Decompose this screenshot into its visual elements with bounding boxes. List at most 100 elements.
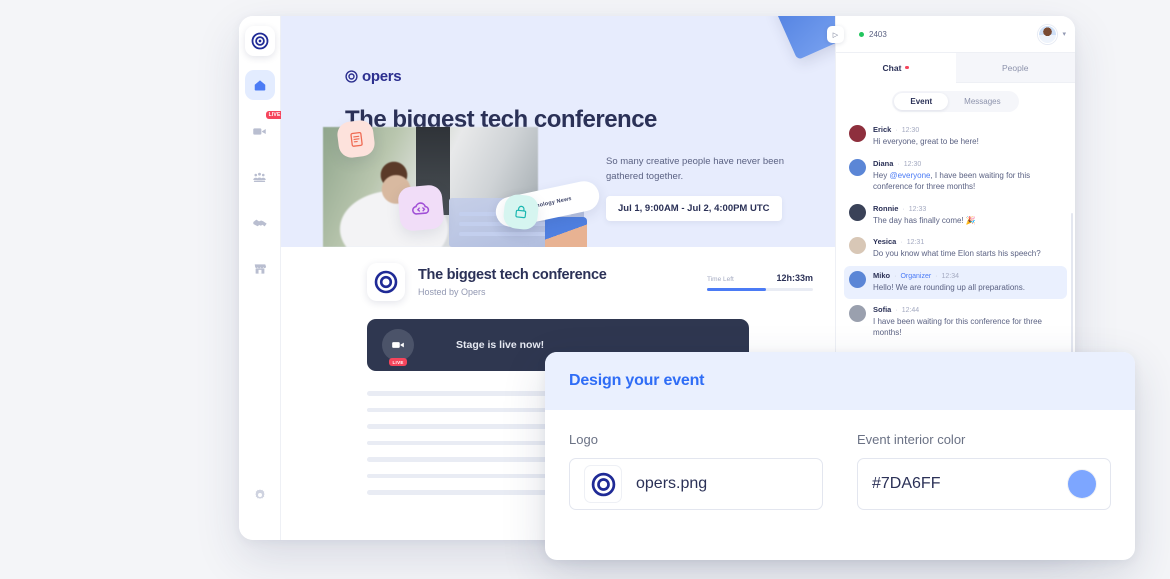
video-camera-icon <box>392 342 404 348</box>
online-status-dot <box>859 31 864 37</box>
viewer-count-value: 2403 <box>869 29 887 39</box>
message-author: Diana <box>873 158 894 168</box>
modal-header: Design your event <box>545 352 1135 410</box>
viewer-count: 2403 <box>859 30 887 39</box>
chat-message: Sofia · 12:44 I have been waiting for th… <box>844 300 1067 344</box>
event-meta: The biggest tech conference Hosted by Op… <box>418 267 607 297</box>
sidebar-item-home[interactable] <box>244 70 275 100</box>
chat-message: Erick · 12:30 Hi everyone, great to be h… <box>844 120 1067 153</box>
banner-date-badge: Jul 1, 9:00AM - Jul 2, 4:00PM UTC <box>606 196 782 221</box>
collapse-panel-icon[interactable]: ▷ <box>827 26 844 43</box>
logo-input[interactable]: opers.png <box>569 458 823 510</box>
avatar <box>1038 24 1058 44</box>
message-time: 12:33 <box>908 205 927 213</box>
logo-field: Logo opers.png <box>569 432 823 510</box>
message-separator: · <box>902 205 905 213</box>
document-icon <box>349 131 363 147</box>
message-text-before: Hey <box>873 170 890 180</box>
opers-logo-icon <box>374 270 398 294</box>
chat-scrollbar[interactable] <box>1071 213 1073 358</box>
message-separator: · <box>895 306 898 314</box>
chat-panel-header: ▷ 2403 ▾ <box>827 16 1075 53</box>
unread-dot <box>905 65 909 70</box>
banner-tilted-photo <box>772 16 835 61</box>
banner-subtitle: So many creative people have never been … <box>606 156 784 182</box>
avatar <box>849 270 866 288</box>
lock-icon <box>515 205 527 219</box>
avatar <box>849 203 866 221</box>
sidebar-item-stage[interactable]: LIVE <box>245 111 284 146</box>
home-icon <box>254 80 265 91</box>
handshake-icon <box>252 219 267 227</box>
current-user-menu[interactable]: ▾ <box>1038 24 1066 44</box>
event-banner: opers The biggest tech conference Techno… <box>281 16 835 247</box>
tab-chat-label: Chat <box>882 62 902 73</box>
chat-message: Diana · 12:30 Hey @everyone, I have been… <box>844 154 1067 198</box>
sidebar-item-brand-logo[interactable] <box>244 26 275 56</box>
message-separator: · <box>935 272 938 280</box>
filter-event[interactable]: Event <box>894 93 949 110</box>
banner-brand: opers <box>345 68 402 85</box>
banner-float-card-cloud-code <box>397 184 445 232</box>
chat-message: Ronnie · 12:33 The day has finally come!… <box>844 199 1067 232</box>
interior-color-label: Event interior color <box>857 432 966 447</box>
message-time: 12:30 <box>901 127 920 134</box>
cloud-code-icon <box>412 202 430 215</box>
logo-preview <box>584 465 622 503</box>
color-swatch[interactable] <box>1068 470 1096 498</box>
booth-icon <box>254 264 266 274</box>
message-text: Do you know what time Elon starts his sp… <box>873 249 1041 259</box>
message-separator: · <box>897 160 900 168</box>
logo-field-label: Logo <box>569 432 598 447</box>
message-text: Hello! We are rounding up all preparatio… <box>873 282 1025 292</box>
tab-people-label: People <box>1002 62 1029 73</box>
event-name: The biggest tech conference <box>418 267 607 283</box>
interior-color-input[interactable]: #7DA6FF <box>857 458 1111 510</box>
avatar <box>849 125 866 142</box>
message-author: Miko <box>873 270 891 280</box>
avatar <box>849 237 866 255</box>
chat-message: Yesica · 12:31 Do you know what time Elo… <box>844 232 1067 265</box>
stage-live-badge: LIVE <box>389 358 408 366</box>
message-mention[interactable]: @everyone <box>889 171 930 180</box>
banner-brand-label: opers <box>362 68 402 85</box>
message-author: Yesica <box>873 237 897 247</box>
time-left-track <box>707 288 813 291</box>
logo-filename: opers.png <box>636 475 708 492</box>
message-time: 12:30 <box>903 160 922 168</box>
message-time: 12:44 <box>901 306 920 314</box>
message-time: 12:31 <box>906 239 925 247</box>
message-text: I have been waiting for this conference … <box>873 316 1042 338</box>
event-logo <box>367 263 405 301</box>
tab-people[interactable]: People <box>955 53 1075 83</box>
sidebar-item-sessions[interactable] <box>245 162 275 192</box>
message-role-badge: Organizer <box>900 272 932 280</box>
message-text: The day has finally come! 🎉 <box>873 215 976 225</box>
interior-color-value: #7DA6FF <box>872 475 941 492</box>
message-separator: · <box>895 127 898 134</box>
sidebar-item-settings[interactable] <box>245 480 275 510</box>
chat-filter-row: Event Messages <box>836 83 1075 118</box>
message-text: Hi everyone, great to be here! <box>873 137 979 146</box>
gear-icon <box>254 489 265 499</box>
message-author: Ronnie <box>873 203 899 213</box>
sidebar: LIVE <box>239 16 284 540</box>
opers-logo-icon <box>345 70 358 83</box>
stage-text: Stage is live now! <box>456 339 545 351</box>
sidebar-item-expo[interactable] <box>245 254 275 284</box>
message-separator: · <box>900 239 903 247</box>
chat-filter-toggle: Event Messages <box>892 91 1019 112</box>
audience-icon <box>253 172 266 182</box>
filter-messages[interactable]: Messages <box>948 93 1016 110</box>
message-author: Erick <box>873 125 892 134</box>
banner-person-thumb <box>545 217 587 247</box>
design-your-event-modal: Design your event Logo opers.png Event i… <box>545 352 1135 560</box>
time-left-label: Time Left <box>707 276 734 284</box>
message-text: Hey @everyone, I have been waiting for t… <box>873 170 1062 193</box>
message-time: 12:34 <box>941 272 960 280</box>
event-host: Hosted by Opers <box>418 287 486 297</box>
event-header-row: The biggest tech conference Hosted by Op… <box>281 247 835 315</box>
modal-title: Design your event <box>569 372 705 389</box>
tab-chat[interactable]: Chat <box>836 53 956 83</box>
sidebar-item-networking[interactable] <box>245 208 275 238</box>
